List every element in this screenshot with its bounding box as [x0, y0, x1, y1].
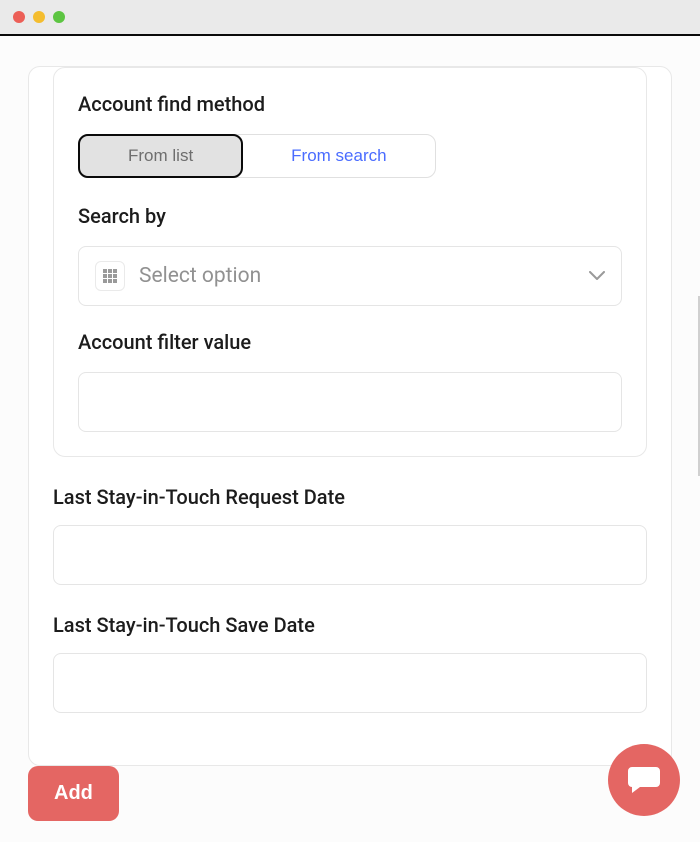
last-request-date-label: Last Stay-in-Touch Request Date	[53, 485, 647, 509]
add-button[interactable]: Add	[28, 766, 119, 821]
chat-fab[interactable]	[608, 744, 680, 816]
chat-icon	[627, 764, 661, 796]
window-close-dot[interactable]	[13, 11, 25, 23]
account-find-card: Account find method From list From searc…	[53, 67, 647, 457]
search-by-placeholder: Select option	[139, 264, 575, 288]
last-save-date-input[interactable]	[53, 653, 647, 713]
window-titlebar	[0, 0, 700, 36]
account-filter-value-label: Account filter value	[78, 330, 622, 354]
account-find-method-label: Account find method	[78, 92, 622, 116]
last-save-date-label: Last Stay-in-Touch Save Date	[53, 613, 647, 637]
app-body: Account find method From list From searc…	[0, 36, 700, 842]
grid-icon	[95, 261, 125, 291]
from-search-tab[interactable]: From search	[243, 135, 434, 177]
main-panel: Account find method From list From searc…	[28, 66, 672, 766]
search-by-select[interactable]: Select option	[78, 246, 622, 306]
last-request-date-input[interactable]	[53, 525, 647, 585]
from-list-tab[interactable]: From list	[78, 134, 243, 178]
account-filter-value-input[interactable]	[78, 372, 622, 432]
account-find-method-toggle: From list From search	[78, 134, 436, 178]
chevron-down-icon	[589, 271, 605, 281]
window-minimize-dot[interactable]	[33, 11, 45, 23]
search-by-label: Search by	[78, 204, 622, 228]
window-zoom-dot[interactable]	[53, 11, 65, 23]
